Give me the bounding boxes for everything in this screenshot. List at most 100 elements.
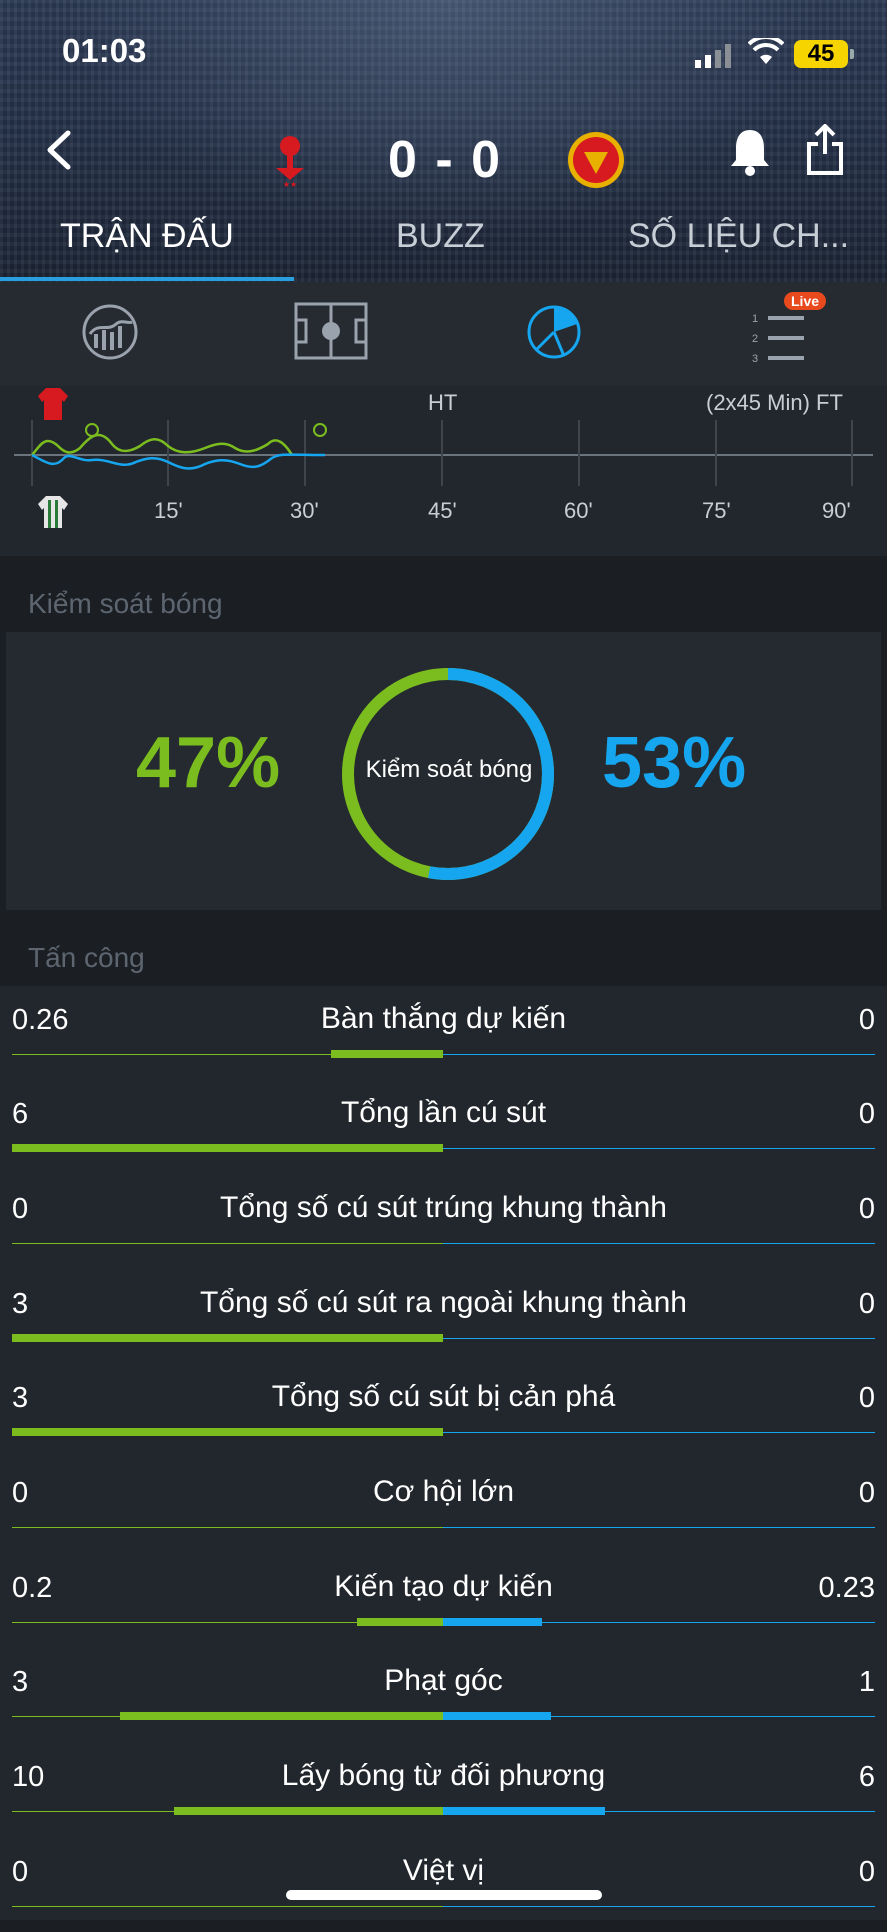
stat-bar-away xyxy=(443,1712,551,1720)
match-header: 01:03 45 ★★ 0 - 0 TRẬN ĐẤU BUZZ SỐ LIỆU … xyxy=(0,0,887,282)
stat-label: Phạt góc xyxy=(384,1664,503,1697)
svg-text:2: 2 xyxy=(752,333,758,345)
tick-label: 15' xyxy=(154,498,183,523)
svg-text:3: 3 xyxy=(752,353,758,365)
tab-buzz[interactable]: BUZZ xyxy=(396,217,485,256)
possession-center-label: Kiểm soát bóng xyxy=(365,756,533,783)
stat-home-value: 3 xyxy=(12,1666,29,1698)
stat-baseline-home xyxy=(12,1906,443,1907)
stat-bar-home xyxy=(173,1807,443,1815)
home-possession-value: 47% xyxy=(136,723,281,803)
tick-label: 45' xyxy=(428,498,457,523)
stat-bar-home xyxy=(12,1428,443,1436)
stat-home-value: 3 xyxy=(12,1288,29,1320)
tick-label: 75' xyxy=(702,498,731,523)
battery-cap xyxy=(850,49,854,59)
stat-home-value: 0.26 xyxy=(12,1004,69,1036)
stat-home-value: 0 xyxy=(12,1477,29,1509)
stat-row: 0 Cơ hội lớn 0 xyxy=(0,1459,887,1553)
live-badge: Live xyxy=(784,292,827,310)
tick-label: 90' xyxy=(822,498,851,523)
stat-row: 3 Tổng số cú sút ra ngoài khung thành 0 xyxy=(0,1270,887,1364)
possession-card: 47% Kiểm soát bóng 53% xyxy=(6,632,881,910)
status-time: 01:03 xyxy=(62,32,147,69)
stat-row: 3 Tổng số cú sút bị cản phá 0 xyxy=(0,1364,887,1458)
stat-baseline-away xyxy=(443,1338,875,1339)
stat-baseline-away xyxy=(443,1054,875,1055)
stat-label: Lấy bóng từ đối phương xyxy=(281,1759,606,1792)
stat-label: Tổng số cú sút trúng khung thành xyxy=(220,1191,667,1224)
stat-away-value: 0 xyxy=(858,1193,875,1225)
stat-baseline-home xyxy=(12,1243,443,1244)
view-switcher-bar: 1 2 3 Live xyxy=(0,282,887,386)
stat-bar-away xyxy=(443,1618,543,1626)
away-team-crest-icon[interactable] xyxy=(566,130,626,190)
stat-baseline-away xyxy=(443,1148,875,1149)
stat-baseline-away xyxy=(443,1243,875,1244)
svg-text:★★: ★★ xyxy=(283,180,297,188)
match-tabs: TRẬN ĐẤU BUZZ SỐ LIỆU CH... xyxy=(0,205,887,281)
stat-away-value: 0 xyxy=(858,1856,875,1888)
stat-bar-home xyxy=(12,1334,443,1342)
stat-bar-home xyxy=(119,1712,443,1720)
tick-label: 30' xyxy=(290,498,319,523)
stat-row: 10 Lấy bóng từ đối phương 6 xyxy=(0,1743,887,1837)
attack-section-title: Tấn công xyxy=(28,942,145,973)
back-chevron-icon[interactable] xyxy=(42,130,76,170)
tab-match[interactable]: TRẬN ĐẤU xyxy=(60,217,234,256)
attack-stats-list: 0.26 Bàn thắng dự kiến 0 6 Tổng lần cú s… xyxy=(0,986,887,1920)
battery-indicator: 45 xyxy=(794,40,848,68)
svg-text:1: 1 xyxy=(752,313,758,325)
notification-bell-icon[interactable] xyxy=(728,126,772,176)
home-team-crest-icon[interactable]: ★★ xyxy=(270,128,310,188)
stat-bar-home xyxy=(12,1144,443,1152)
home-shirt-icon xyxy=(38,388,68,420)
stat-label: Tổng lần cú sút xyxy=(340,1096,547,1129)
stat-row: 0.2 Kiến tạo dự kiến 0.23 xyxy=(0,1554,887,1648)
stat-label: Bàn thắng dự kiến xyxy=(320,1002,567,1035)
cellular-signal-icon xyxy=(695,44,731,68)
statistics-pie-icon[interactable] xyxy=(524,302,584,362)
stat-home-value: 6 xyxy=(12,1098,29,1130)
stat-away-value: 0 xyxy=(858,1098,875,1130)
stat-label: Tổng số cú sút ra ngoài khung thành xyxy=(199,1286,687,1319)
stat-baseline-away xyxy=(443,1527,875,1528)
stat-away-value: 0 xyxy=(858,1004,875,1036)
stat-away-value: 1 xyxy=(858,1666,875,1698)
stat-away-value: 6 xyxy=(858,1761,875,1793)
momentum-chart-icon[interactable] xyxy=(80,302,140,362)
active-tab-indicator xyxy=(0,277,294,281)
halftime-label: HT xyxy=(428,390,458,415)
stat-away-value: 0 xyxy=(858,1477,875,1509)
stat-label: Cơ hội lớn xyxy=(372,1475,515,1508)
share-icon[interactable] xyxy=(806,124,844,176)
stat-baseline-away xyxy=(443,1432,875,1433)
stat-label: Kiến tạo dự kiến xyxy=(334,1570,553,1603)
stat-baseline-away xyxy=(443,1906,875,1907)
stat-row: 0 Tổng số cú sút trúng khung thành 0 xyxy=(0,1175,887,1269)
stat-home-value: 10 xyxy=(12,1761,45,1793)
pitch-lineup-icon[interactable] xyxy=(294,302,368,360)
stat-home-value: 0.2 xyxy=(12,1572,53,1604)
tab-stats[interactable]: SỐ LIỆU CH... xyxy=(628,217,849,256)
possession-section-title: Kiểm soát bóng xyxy=(28,588,223,619)
wifi-icon xyxy=(748,38,784,64)
stat-away-value: 0 xyxy=(858,1288,875,1320)
match-score: 0 - 0 xyxy=(387,131,503,189)
match-timeline: HT (2x45 Min) FT 15' 30' 45' 60' 75' 90' xyxy=(0,386,887,556)
stat-bar-home xyxy=(330,1050,443,1058)
stat-row: 3 Phạt góc 1 xyxy=(0,1648,887,1742)
stat-row: 0.26 Bàn thắng dự kiến 0 xyxy=(0,986,887,1080)
stat-row: 6 Tổng lần cú sút 0 xyxy=(0,1080,887,1174)
stat-bar-home xyxy=(356,1618,443,1626)
stat-away-value: 0.23 xyxy=(818,1572,875,1604)
fulltime-label: (2x45 Min) FT xyxy=(706,390,843,415)
stat-label: Tổng số cú sút bị cản phá xyxy=(271,1380,616,1413)
stat-row: 0 Việt vị 0 xyxy=(0,1838,887,1932)
stat-home-value: 0 xyxy=(12,1856,29,1888)
home-indicator[interactable] xyxy=(286,1890,602,1900)
stat-bar-away xyxy=(443,1807,605,1815)
away-possession-value: 53% xyxy=(602,723,747,803)
stat-label: Việt vị xyxy=(402,1854,485,1887)
tick-label: 60' xyxy=(564,498,593,523)
